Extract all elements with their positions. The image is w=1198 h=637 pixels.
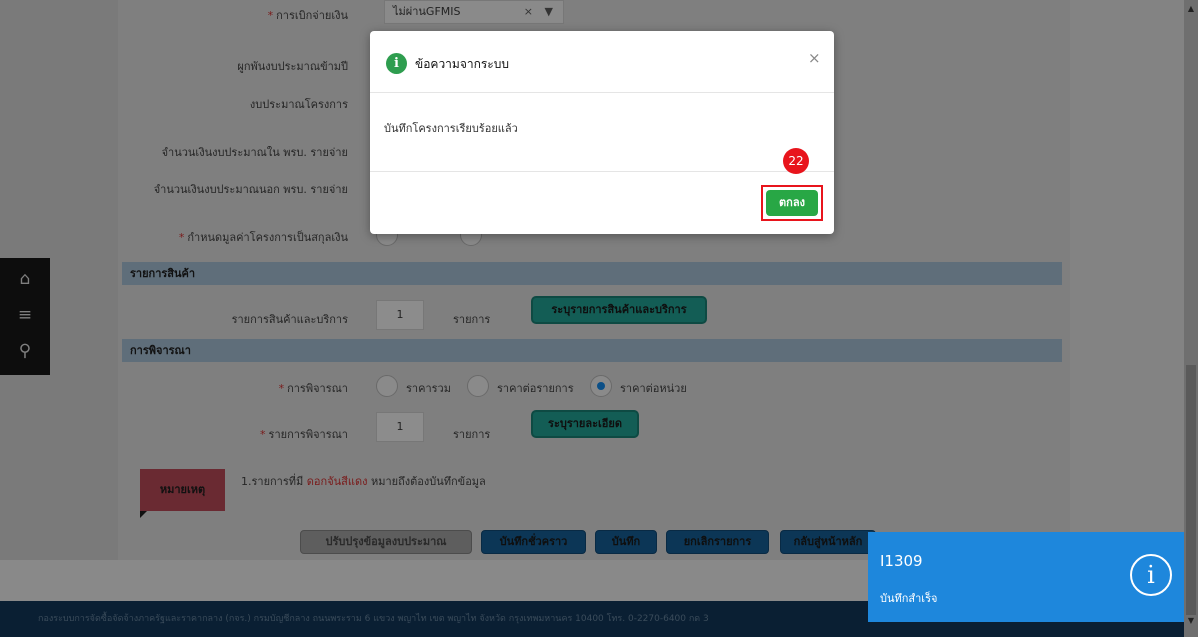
close-icon[interactable]: × (808, 49, 821, 67)
toast-message: บันทึกสำเร็จ (880, 592, 938, 605)
dialog-message: บันทึกโครงการเรียบร้อยแล้ว (384, 122, 518, 135)
save-button[interactable]: บันทึก (595, 530, 657, 554)
back-home-button[interactable]: กลับสู่หน้าหลัก (780, 530, 876, 554)
emergency-label: * กำหนดมูลค่าโครงการเป็นสกุลเงิน (178, 231, 348, 244)
scrollbar-thumb[interactable] (1186, 365, 1196, 615)
system-message-dialog: i ข้อความจากระบบ × บันทึกโครงการเรียบร้อ… (370, 31, 834, 234)
radio-total-price-label: ราคารวม (406, 382, 451, 395)
items-count-field: 1 (376, 300, 424, 330)
scroll-down-arrow-icon[interactable]: ▼ (1184, 616, 1198, 626)
radio-per-item-label: ราคาต่อรายการ (497, 382, 574, 395)
toast-code: I1309 (880, 552, 923, 570)
note-text: 1.รายการที่มี ดอกจันสีแดง หมายถึงต้องบัน… (241, 475, 486, 488)
budget-in-label: จำนวนเงินงบประมาณใน พรบ. รายจ่าย (161, 146, 348, 159)
gfmis-select-value: ไม่ผ่านGFMIS (393, 5, 461, 18)
consider-count-field: 1 (376, 412, 424, 442)
right-margin (1070, 0, 1184, 601)
consider-method-label: * การพิจารณา (278, 382, 348, 395)
chevron-down-icon[interactable]: ▼ (545, 1, 553, 23)
page-scrollbar[interactable]: ▲ ▼ (1184, 0, 1198, 637)
items-unit: รายการ (453, 313, 491, 326)
project-budget-label: งบประมาณโครงการ (249, 98, 348, 111)
menu-icon[interactable]: ≡ (0, 300, 50, 330)
success-toast[interactable]: I1309 บันทึกสำเร็จ i (868, 532, 1184, 622)
items-label: รายการสินค้าและบริการ (231, 313, 348, 326)
budget-binding-label: ผูกพันงบประมาณข้ามปี (237, 60, 348, 73)
side-nav: ⌂ ≡ ⚲ (0, 258, 50, 375)
cancel-item-button[interactable]: ยกเลิกรายการ (666, 530, 769, 554)
budget-out-label: จำนวนเงินงบประมาณนอก พรบ. รายจ่าย (153, 183, 348, 196)
info-icon: i (386, 53, 407, 74)
note-tag-tail (140, 511, 147, 518)
items-section-header: รายการสินค้า (122, 262, 1062, 285)
specify-detail-button[interactable]: ระบุรายละเอียด (531, 410, 639, 438)
consider-list-label: * รายการพิจารณา (260, 428, 348, 441)
radio-per-unit[interactable] (590, 375, 612, 397)
scroll-up-arrow-icon[interactable]: ▲ (1184, 4, 1198, 14)
radio-total-price[interactable] (376, 375, 398, 397)
gfmis-label: * การเบิกจ่ายเงิน (267, 9, 348, 22)
update-budget-button[interactable]: ปรับปรุงข้อมูลงบประมาณ (300, 530, 472, 554)
consider-unit: รายการ (453, 428, 491, 441)
radio-per-unit-label: ราคาต่อหน่วย (620, 382, 687, 395)
clear-icon[interactable]: × (524, 1, 533, 23)
save-draft-button[interactable]: บันทึกชั่วคราว (481, 530, 586, 554)
step-number-badge: 22 (783, 148, 809, 174)
note-tag: หมายเหตุ (140, 469, 225, 511)
consider-section-header: การพิจารณา (122, 339, 1062, 362)
gfmis-select[interactable]: ไม่ผ่านGFMIS × ▼ (384, 0, 564, 24)
radio-per-item[interactable] (467, 375, 489, 397)
ok-button[interactable]: ตกลง (766, 190, 818, 216)
dialog-title: ข้อความจากระบบ (415, 57, 509, 71)
dialog-header: i ข้อความจากระบบ × (370, 31, 834, 93)
specify-items-button[interactable]: ระบุรายการสินค้าและบริการ (531, 296, 707, 324)
search-icon[interactable]: ⚲ (0, 336, 50, 366)
home-icon[interactable]: ⌂ (0, 264, 50, 294)
dialog-divider (370, 171, 834, 172)
info-icon: i (1130, 554, 1172, 596)
